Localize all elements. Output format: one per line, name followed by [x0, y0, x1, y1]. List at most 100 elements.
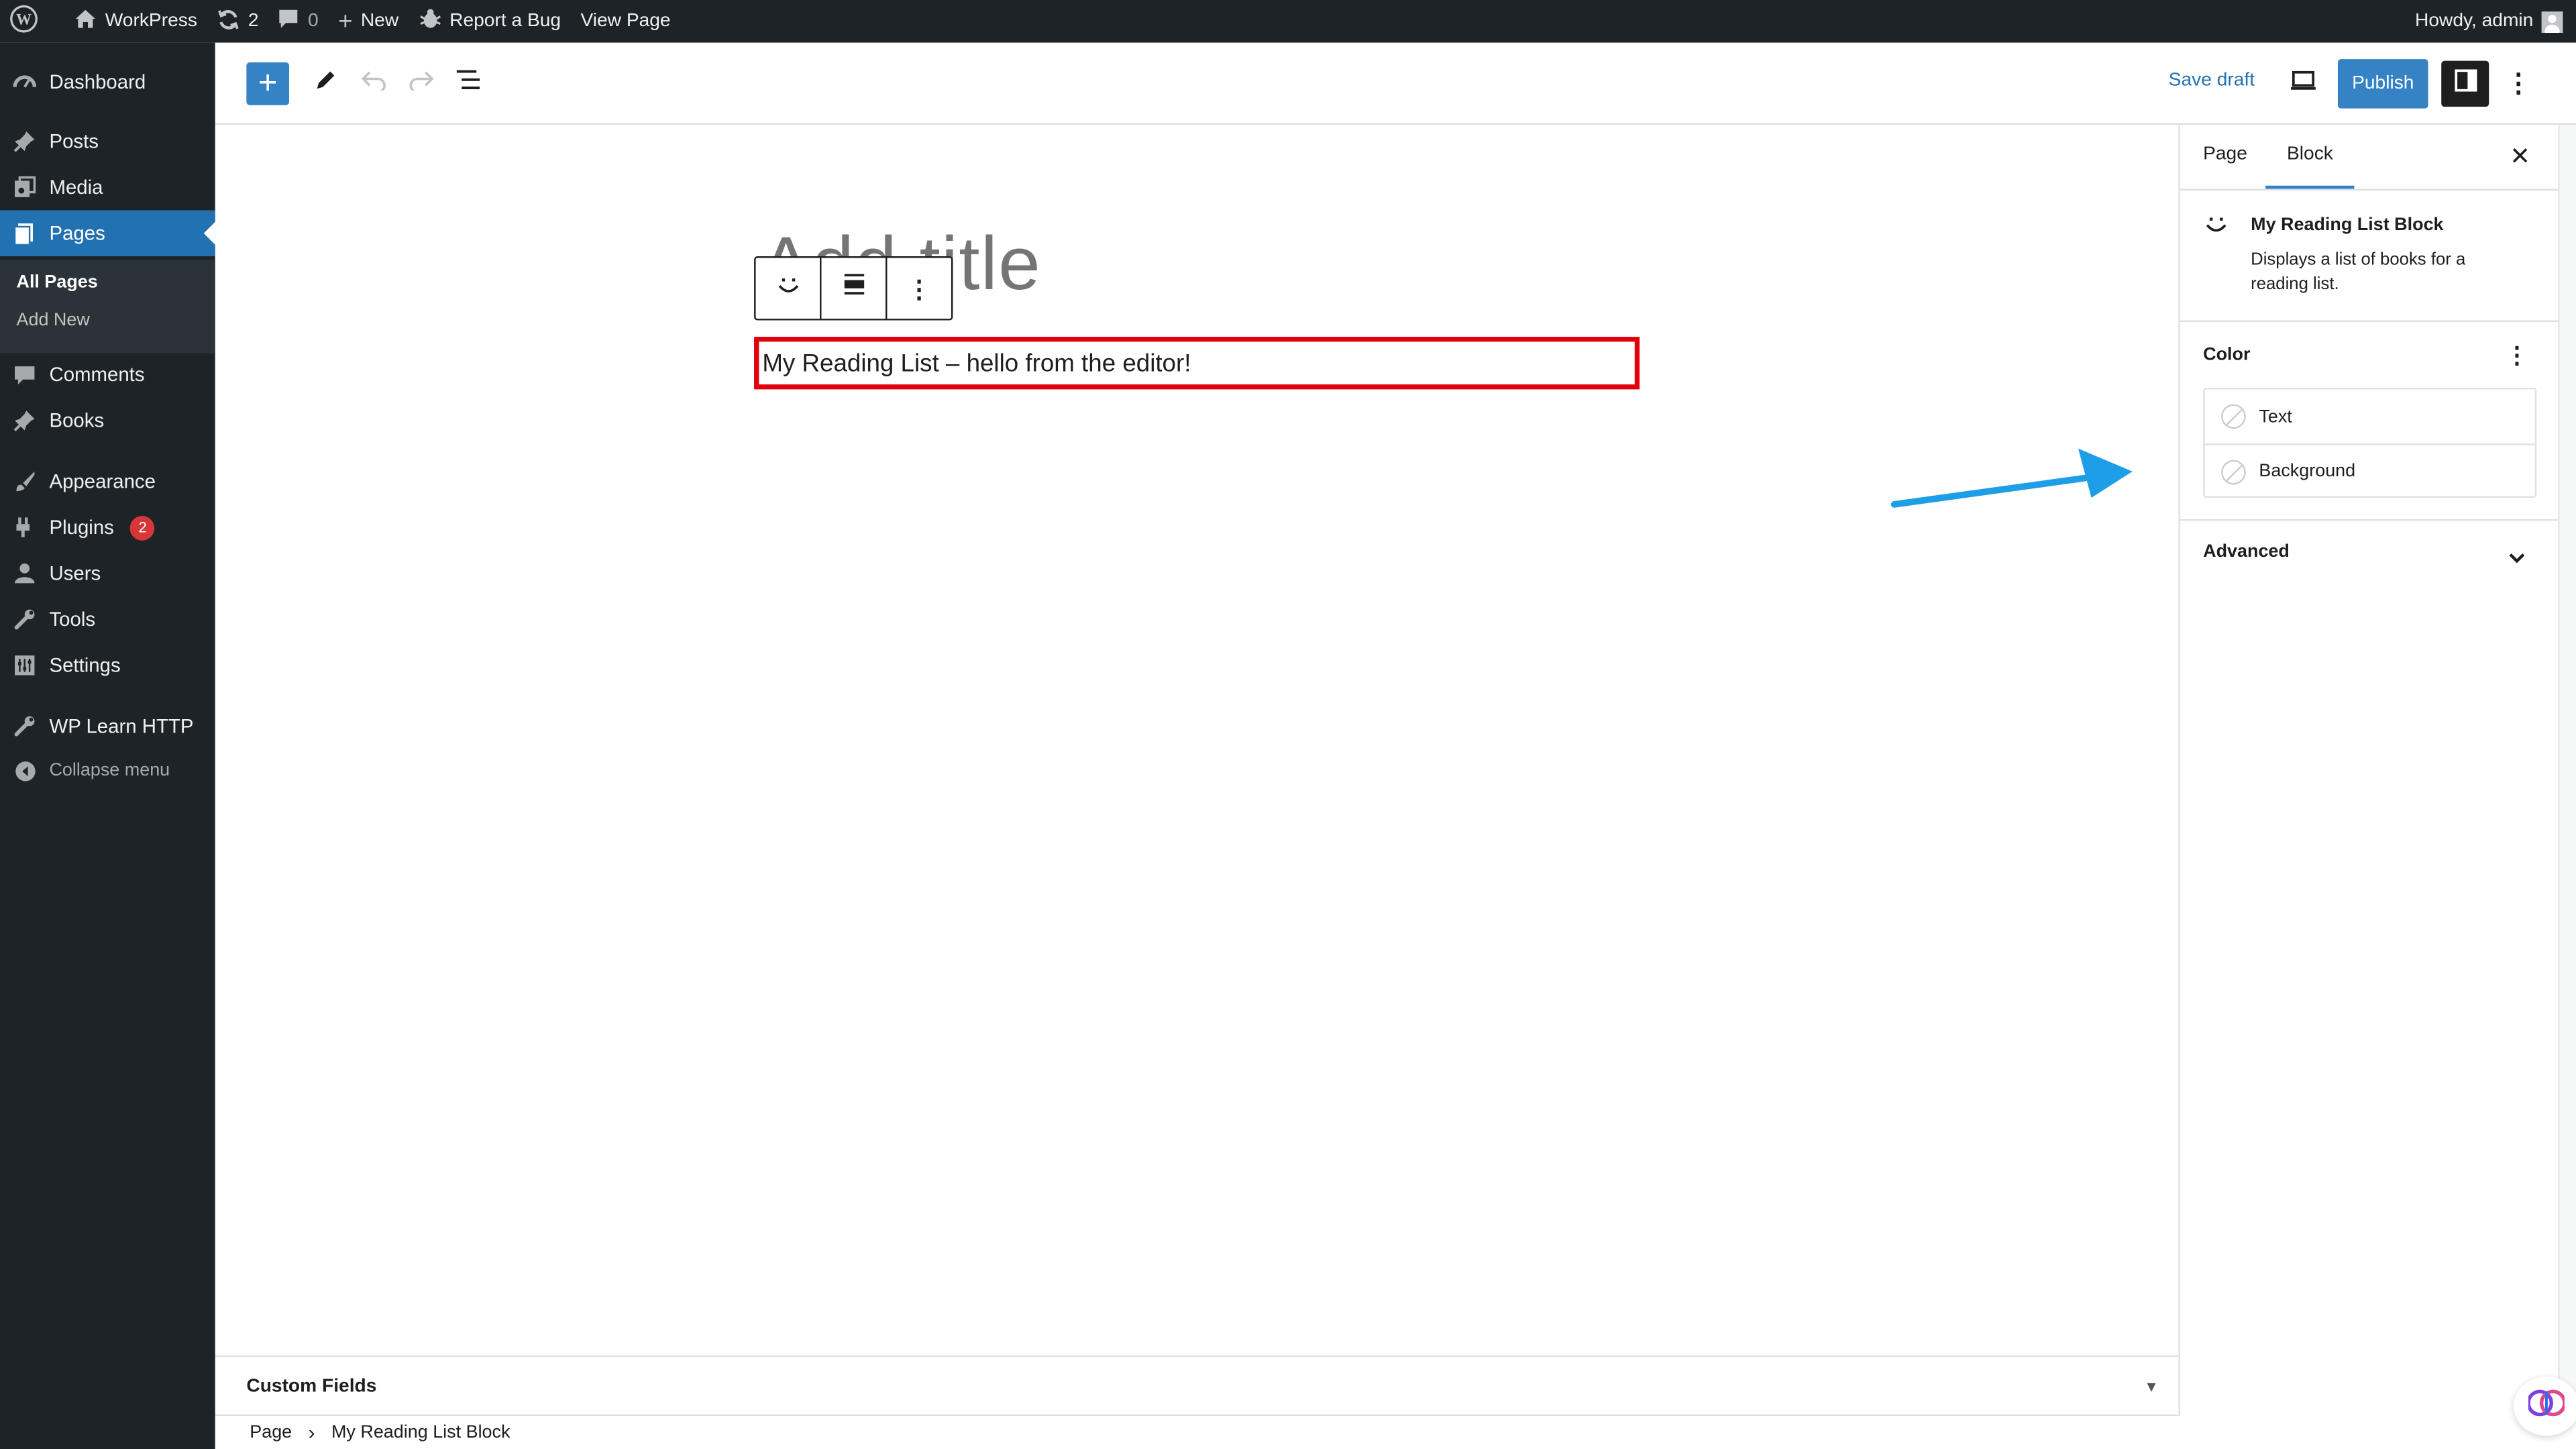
comments-count: 0	[308, 11, 319, 32]
empty-swatch-icon	[2221, 404, 2246, 429]
pages-icon	[13, 222, 36, 245]
sidebar-item-label: Users	[49, 561, 101, 585]
user-icon	[13, 562, 36, 585]
tools-button[interactable]	[304, 62, 347, 105]
updates-link[interactable]: 2	[207, 0, 269, 43]
breadcrumb-item-block[interactable]: My Reading List Block	[331, 1423, 511, 1442]
save-draft-button[interactable]: Save draft	[2169, 70, 2255, 90]
block-toolbar: ⋮	[754, 256, 953, 321]
account-menu[interactable]: Howdy, admin	[2405, 0, 2576, 43]
options-menu-button[interactable]: ⋮	[2499, 62, 2538, 105]
collapse-menu-button[interactable]: Collapse menu	[0, 747, 215, 794]
scrollbar[interactable]	[2558, 125, 2576, 1417]
block-type-button[interactable]	[756, 258, 822, 319]
reading-list-block[interactable]: My Reading List – hello from the editor!	[754, 337, 1640, 390]
block-inserter-button[interactable]: +	[246, 62, 290, 105]
sidebar-item-users[interactable]: Users	[0, 550, 215, 596]
sidebar-item-plugins[interactable]: Plugins 2	[0, 504, 215, 551]
brain-icon	[2526, 1386, 2567, 1427]
submenu-add-new[interactable]: Add New	[16, 311, 89, 330]
chevron-down-icon[interactable]	[2507, 544, 2526, 574]
site-name-link[interactable]: WorkPress	[64, 0, 207, 43]
color-option-background[interactable]: Background	[2204, 443, 2535, 498]
report-bug-link[interactable]: Report a Bug	[409, 0, 571, 43]
updates-count: 2	[248, 11, 259, 32]
color-option-text[interactable]: Text	[2205, 389, 2535, 443]
undo-button[interactable]	[352, 62, 394, 105]
wordpress-logo-button[interactable]: W	[0, 0, 48, 43]
sidebar-item-label: Posts	[49, 129, 99, 153]
sidebar-item-label: Settings	[49, 653, 121, 677]
view-page-link[interactable]: View Page	[571, 0, 681, 43]
chevron-right-icon: ›	[308, 1421, 315, 1444]
media-icon	[13, 176, 36, 199]
pin-icon	[13, 129, 36, 152]
undo-icon	[360, 69, 386, 99]
collapse-arrow-icon	[13, 759, 36, 782]
block-options-button[interactable]: ⋮	[887, 258, 951, 319]
divider	[2180, 519, 2559, 521]
publish-button[interactable]: Publish	[2337, 59, 2428, 109]
custom-fields-panel[interactable]: Custom Fields ▼	[215, 1355, 2179, 1417]
desktop-preview-icon	[2290, 69, 2316, 99]
pin-icon	[13, 409, 36, 432]
plus-icon: +	[258, 65, 278, 102]
pencil-icon	[314, 68, 337, 100]
block-card-title: My Reading List Block	[2251, 215, 2444, 235]
triangle-down-icon[interactable]: ▼	[2144, 1379, 2159, 1395]
settings-sidebar-toggle[interactable]	[2441, 60, 2489, 107]
redo-icon	[409, 69, 433, 99]
wrench-icon	[13, 714, 36, 737]
sidebar-item-dashboard[interactable]: Dashboard	[0, 59, 215, 105]
sidebar-item-wp-learn-http[interactable]: WP Learn HTTP	[0, 703, 215, 749]
report-bug-label: Report a Bug	[449, 11, 561, 32]
tab-page[interactable]: Page	[2203, 145, 2247, 189]
align-wide-icon	[842, 273, 865, 305]
sidebar-item-comments[interactable]: Comments	[0, 352, 215, 398]
sidebar-item-pages[interactable]: Pages	[0, 210, 215, 257]
sidebar-item-label: Appearance	[49, 470, 156, 493]
sidebar-item-settings[interactable]: Settings	[0, 643, 215, 689]
more-vertical-icon[interactable]: ⋮	[2506, 341, 2528, 370]
plugins-update-badge: 2	[130, 515, 156, 540]
sidebar-item-label: Media	[49, 176, 103, 199]
admin-bar: W WorkPress 2 0 + New Report a Bug View …	[0, 0, 2576, 43]
smiley-icon	[2203, 213, 2229, 243]
brush-icon	[13, 470, 36, 492]
new-label: New	[360, 11, 399, 32]
sidebar-item-label: Tools	[49, 608, 96, 631]
color-option-label: Text	[2259, 407, 2292, 427]
sidebar-item-books[interactable]: Books	[0, 398, 215, 444]
sidebar-item-appearance[interactable]: Appearance	[0, 458, 215, 504]
submenu-all-pages[interactable]: All Pages	[16, 273, 97, 292]
comments-link[interactable]: 0	[268, 0, 328, 43]
editor-canvas: Add title ⋮ My Reading List – hello from…	[215, 125, 2179, 1356]
editor-header: + Save draft Publish ⋮	[215, 42, 2576, 125]
preview-button[interactable]	[2282, 62, 2325, 105]
close-icon[interactable]: ✕	[2507, 142, 2533, 171]
breadcrumb-item-page[interactable]: Page	[250, 1423, 292, 1442]
align-button[interactable]	[822, 258, 888, 319]
sidebar-item-label: Comments	[49, 363, 145, 386]
sidebar-item-label: WP Learn HTTP	[49, 714, 194, 738]
advanced-panel-toggle[interactable]: Advanced	[2203, 542, 2290, 561]
list-view-icon	[455, 69, 481, 99]
color-options: Text Background	[2203, 387, 2537, 498]
redo-button[interactable]	[399, 62, 442, 105]
sidebar-item-posts[interactable]: Posts	[0, 118, 215, 164]
view-page-label: View Page	[580, 11, 671, 32]
sidebar-item-tools[interactable]: Tools	[0, 596, 215, 643]
sidebar-item-media[interactable]: Media	[0, 164, 215, 211]
bug-icon	[419, 8, 441, 34]
document-overview-button[interactable]	[447, 62, 490, 105]
annotation-arrow-icon	[1890, 448, 2133, 508]
tab-block[interactable]: Block	[2265, 145, 2355, 189]
settings-icon	[13, 654, 36, 677]
color-panel-title: Color	[2203, 345, 2251, 365]
plugin-icon	[13, 516, 36, 539]
pages-submenu: All Pages Add New	[0, 259, 215, 354]
new-content-link[interactable]: + New	[328, 0, 408, 43]
sidebar-panel-icon	[2454, 68, 2477, 100]
assistant-button[interactable]	[2513, 1377, 2576, 1436]
more-vertical-icon: ⋮	[2505, 70, 2532, 99]
